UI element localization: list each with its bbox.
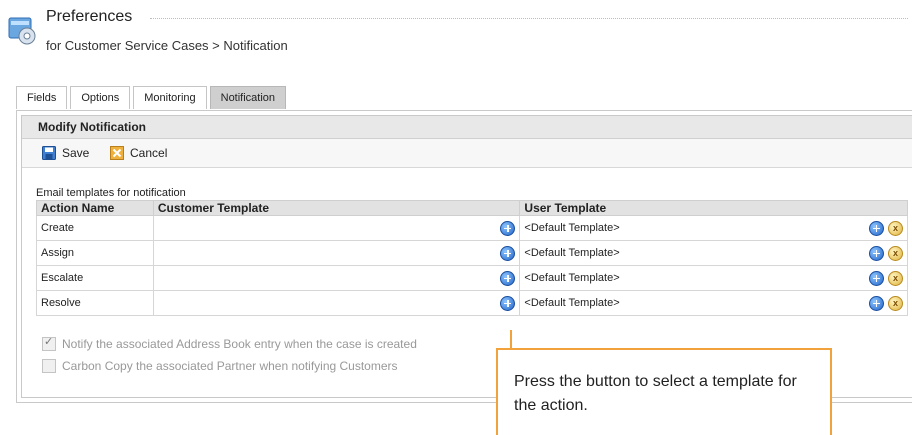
user-template-value: <Default Template>: [524, 222, 620, 234]
user-template-value: <Default Template>: [524, 272, 620, 284]
cancel-button[interactable]: Cancel: [110, 145, 167, 161]
toolbar: Save Cancel: [22, 139, 912, 168]
panel-title: Modify Notification: [22, 116, 912, 139]
column-header-customer-template: Customer Template: [152, 200, 521, 216]
callout-text: Press the button to select a template fo…: [514, 373, 797, 414]
carbon-copy-partner-label: Carbon Copy the associated Partner when …: [62, 359, 398, 373]
tab-monitoring[interactable]: Monitoring: [133, 86, 207, 109]
action-name: Create: [36, 215, 154, 241]
user-template-cell: <Default Template> x: [519, 290, 908, 316]
table-row: Resolve <Default Template> x: [36, 290, 908, 316]
remove-user-template-button[interactable]: x: [888, 295, 903, 311]
remove-user-template-button[interactable]: x: [888, 220, 903, 236]
table-header-row: Action Name Customer Template User Templ…: [36, 200, 908, 216]
tab-fields[interactable]: Fields: [16, 86, 68, 109]
add-customer-template-button[interactable]: [500, 270, 516, 286]
user-template-value: <Default Template>: [524, 297, 620, 309]
customer-template-cell: [152, 240, 521, 266]
cancel-icon: [110, 146, 124, 160]
add-customer-template-button[interactable]: [500, 245, 516, 261]
add-customer-template-button[interactable]: [500, 295, 516, 311]
page-title: Preferences: [46, 8, 133, 25]
column-header-user-template: User Template: [519, 200, 908, 216]
notify-address-book-checkbox[interactable]: [42, 335, 56, 351]
save-button[interactable]: Save: [42, 145, 89, 161]
user-template-cell: <Default Template> x: [519, 265, 908, 291]
tab-notification[interactable]: Notification: [209, 86, 287, 109]
customer-template-cell: [152, 215, 521, 241]
table-row: Create <Default Template> x: [36, 215, 908, 241]
save-icon: [42, 146, 56, 160]
cancel-label: Cancel: [130, 146, 168, 160]
add-user-template-button[interactable]: [869, 295, 884, 311]
table-row: Escalate <Default Template> x: [36, 265, 908, 291]
customer-template-cell: [152, 290, 521, 316]
carbon-copy-partner-option[interactable]: Carbon Copy the associated Partner when …: [42, 359, 398, 373]
save-label: Save: [62, 146, 90, 160]
add-user-template-button[interactable]: [869, 270, 884, 286]
user-template-cell: <Default Template> x: [519, 240, 908, 266]
tab-bar: Fields Options Monitoring Notification: [16, 86, 289, 110]
customer-template-cell: [152, 265, 521, 291]
add-user-template-button[interactable]: [869, 245, 884, 261]
action-name: Resolve: [36, 290, 154, 316]
header-divider: [150, 18, 908, 19]
column-header-action: Action Name: [36, 200, 154, 216]
callout-box: Press the button to select a template fo…: [496, 348, 832, 435]
notify-address-book-label: Notify the associated Address Book entry…: [62, 337, 417, 351]
page-header: Preferences for Customer Service Cases >…: [8, 6, 908, 62]
action-name: Escalate: [36, 265, 154, 291]
preferences-icon: [8, 17, 36, 45]
tab-options[interactable]: Options: [70, 86, 131, 109]
add-customer-template-button[interactable]: [500, 220, 516, 236]
carbon-copy-partner-checkbox[interactable]: [42, 359, 56, 373]
table-row: Assign <Default Template> x: [36, 240, 908, 266]
action-name: Assign: [36, 240, 154, 266]
remove-user-template-button[interactable]: x: [888, 270, 903, 286]
callout-pointer: [510, 330, 512, 348]
section-label: Email templates for notification: [36, 187, 186, 199]
user-template-cell: <Default Template> x: [519, 215, 908, 241]
breadcrumb: for Customer Service Cases > Notificatio…: [46, 38, 288, 53]
remove-user-template-button[interactable]: x: [888, 245, 903, 261]
templates-table: Action Name Customer Template User Templ…: [36, 200, 908, 316]
add-user-template-button[interactable]: [869, 220, 884, 236]
notify-address-book-option[interactable]: Notify the associated Address Book entry…: [42, 335, 417, 351]
user-template-value: <Default Template>: [524, 247, 620, 259]
